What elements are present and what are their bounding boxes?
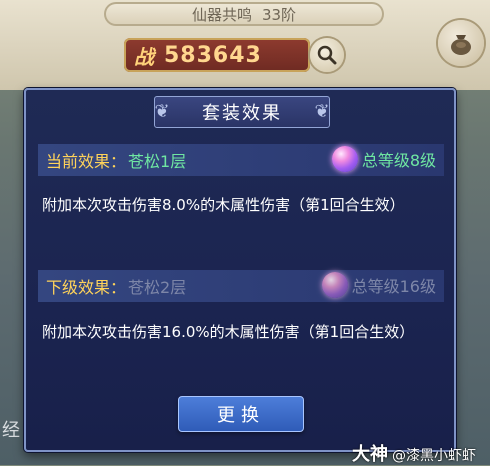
gem-orb-icon: [331, 146, 358, 172]
resonance-label: 仙器共鸣: [191, 5, 252, 24]
dialog-title: 套装效果: [202, 103, 282, 124]
next-effect-header: 下级效果： 苍松2层 总等级16级: [38, 270, 444, 302]
combat-power-bar: 战 583643: [124, 38, 310, 72]
search-button[interactable]: [310, 38, 344, 72]
combat-power-label: 战: [134, 44, 154, 69]
dialog-title-plate: ❦ 套装效果 ❦: [154, 96, 330, 128]
resonance-bar[interactable]: 仙器共鸣 33阶: [104, 2, 384, 26]
next-effect-description: 附加本次攻击伤害16.0%的木属性伤害（第1回合生效）: [42, 323, 415, 341]
watermark-brand: 大神: [352, 444, 388, 465]
ornament-swirl-icon: ❦: [154, 101, 170, 122]
resonance-level: 33阶: [261, 5, 297, 24]
next-total-level-text: 总等级16级: [351, 277, 436, 296]
bag-button[interactable]: [438, 20, 484, 66]
set-effect-dialog: ❦ 套装效果 ❦ 当前效果： 苍松1层 总等级8级 附加本次攻击伤害8.0%的木…: [24, 88, 456, 452]
next-effect-name: 苍松2层: [128, 278, 187, 297]
ornament-swirl-icon: ❦: [314, 101, 330, 122]
bag-icon: [451, 35, 471, 55]
watermark-handle: @漆黑小虾虾: [392, 448, 476, 464]
gem-orb-icon: [321, 272, 348, 298]
swap-button[interactable]: 更换: [178, 396, 304, 432]
current-total-level: 总等级8级: [331, 146, 436, 172]
current-effect-description: 附加本次攻击伤害8.0%的木属性伤害（第1回合生效）: [42, 196, 405, 214]
watermark: 大神 @漆黑小虾虾: [352, 440, 476, 466]
search-icon: [317, 45, 337, 65]
current-effect-label: 当前效果：: [46, 152, 127, 171]
next-total-level: 总等级16级: [321, 272, 436, 298]
combat-power-value: 583643: [164, 42, 262, 68]
current-effect-header: 当前效果： 苍松1层 总等级8级: [38, 144, 444, 176]
side-text: 经: [2, 420, 20, 441]
next-effect-label: 下级效果：: [46, 278, 127, 297]
current-effect-name: 苍松1层: [128, 152, 187, 171]
current-total-level-text: 总等级8级: [361, 151, 436, 170]
